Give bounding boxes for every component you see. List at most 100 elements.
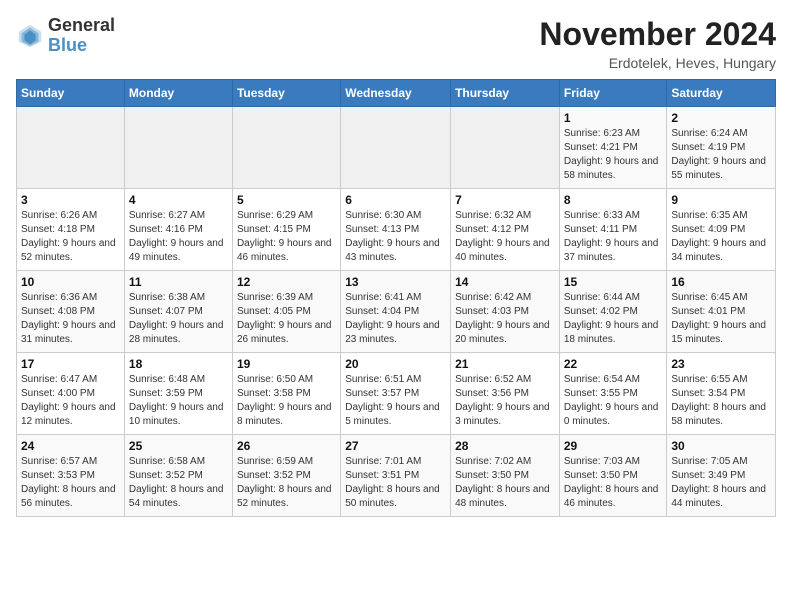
calendar-week-3: 10 Sunrise: 6:36 AM Sunset: 4:08 PM Dayli… bbox=[17, 271, 776, 353]
calendar-header-wednesday: Wednesday bbox=[341, 80, 451, 107]
day-number: 9 bbox=[671, 193, 771, 207]
day-number: 11 bbox=[129, 275, 228, 289]
day-info: Sunrise: 6:38 AM Sunset: 4:07 PM Dayligh… bbox=[129, 291, 228, 347]
calendar-cell: 27 Sunrise: 7:01 AM Sunset: 3:51 PM Dayli… bbox=[341, 435, 451, 517]
calendar-week-4: 17 Sunrise: 6:47 AM Sunset: 4:00 PM Dayli… bbox=[17, 353, 776, 435]
day-info: Sunrise: 7:05 AM Sunset: 3:49 PM Dayligh… bbox=[671, 455, 771, 511]
day-number: 24 bbox=[21, 439, 120, 453]
day-info: Sunrise: 6:23 AM Sunset: 4:21 PM Dayligh… bbox=[564, 127, 663, 183]
day-info: Sunrise: 6:50 AM Sunset: 3:58 PM Dayligh… bbox=[237, 373, 336, 429]
day-number: 30 bbox=[671, 439, 771, 453]
calendar-cell: 24 Sunrise: 6:57 AM Sunset: 3:53 PM Dayli… bbox=[17, 435, 125, 517]
calendar-cell: 13 Sunrise: 6:41 AM Sunset: 4:04 PM Dayli… bbox=[341, 271, 451, 353]
calendar-cell: 22Sunrise: 6:54 AM Sunset: 3:55 PM Dayli… bbox=[559, 353, 667, 435]
day-info: Sunrise: 6:27 AM Sunset: 4:16 PM Dayligh… bbox=[129, 209, 228, 265]
day-info: Sunrise: 6:32 AM Sunset: 4:12 PM Dayligh… bbox=[455, 209, 555, 265]
day-info: Sunrise: 6:35 AM Sunset: 4:09 PM Dayligh… bbox=[671, 209, 771, 265]
calendar-week-5: 24 Sunrise: 6:57 AM Sunset: 3:53 PM Dayli… bbox=[17, 435, 776, 517]
calendar-cell: 18 Sunrise: 6:48 AM Sunset: 3:59 PM Dayli… bbox=[124, 353, 232, 435]
calendar-cell: 20 Sunrise: 6:51 AM Sunset: 3:57 PM Dayli… bbox=[341, 353, 451, 435]
location-subtitle: Erdotelek, Heves, Hungary bbox=[539, 55, 776, 71]
day-info: Sunrise: 6:48 AM Sunset: 3:59 PM Dayligh… bbox=[129, 373, 228, 429]
calendar-cell: 30 Sunrise: 7:05 AM Sunset: 3:49 PM Dayli… bbox=[667, 435, 776, 517]
calendar-cell: 17 Sunrise: 6:47 AM Sunset: 4:00 PM Dayli… bbox=[17, 353, 125, 435]
page-header: GeneralBlue November 2024 Erdotelek, Hev… bbox=[16, 16, 776, 71]
day-info: Sunrise: 6:47 AM Sunset: 4:00 PM Dayligh… bbox=[21, 373, 120, 429]
title-block: November 2024 Erdotelek, Heves, Hungary bbox=[539, 16, 776, 71]
day-info: Sunrise: 6:33 AM Sunset: 4:11 PM Dayligh… bbox=[564, 209, 663, 265]
calendar-cell: 11 Sunrise: 6:38 AM Sunset: 4:07 PM Dayli… bbox=[124, 271, 232, 353]
day-info: Sunrise: 6:42 AM Sunset: 4:03 PM Dayligh… bbox=[455, 291, 555, 347]
day-number: 25 bbox=[129, 439, 228, 453]
calendar-header-monday: Monday bbox=[124, 80, 232, 107]
calendar-cell bbox=[451, 107, 560, 189]
day-number: 3 bbox=[21, 193, 120, 207]
calendar-cell: 19 Sunrise: 6:50 AM Sunset: 3:58 PM Dayli… bbox=[232, 353, 340, 435]
day-info: Sunrise: 6:26 AM Sunset: 4:18 PM Dayligh… bbox=[21, 209, 120, 265]
calendar-cell: 2 Sunrise: 6:24 AM Sunset: 4:19 PM Daylig… bbox=[667, 107, 776, 189]
calendar-cell: 15 Sunrise: 6:44 AM Sunset: 4:02 PM Dayli… bbox=[559, 271, 667, 353]
day-info: Sunrise: 6:41 AM Sunset: 4:04 PM Dayligh… bbox=[345, 291, 446, 347]
day-number: 18 bbox=[129, 357, 228, 371]
calendar-cell: 7 Sunrise: 6:32 AM Sunset: 4:12 PM Daylig… bbox=[451, 189, 560, 271]
calendar-cell: 23 Sunrise: 6:55 AM Sunset: 3:54 PM Dayli… bbox=[667, 353, 776, 435]
day-info: Sunrise: 7:01 AM Sunset: 3:51 PM Dayligh… bbox=[345, 455, 446, 511]
calendar-header-tuesday: Tuesday bbox=[232, 80, 340, 107]
calendar-cell bbox=[124, 107, 232, 189]
day-number: 8 bbox=[564, 193, 663, 207]
logo-icon bbox=[16, 22, 44, 50]
calendar-cell: 6 Sunrise: 6:30 AM Sunset: 4:13 PM Daylig… bbox=[341, 189, 451, 271]
calendar-cell: 9 Sunrise: 6:35 AM Sunset: 4:09 PM Daylig… bbox=[667, 189, 776, 271]
day-info: Sunrise: 6:51 AM Sunset: 3:57 PM Dayligh… bbox=[345, 373, 446, 429]
day-number: 14 bbox=[455, 275, 555, 289]
day-number: 13 bbox=[345, 275, 446, 289]
calendar-header-saturday: Saturday bbox=[667, 80, 776, 107]
calendar-header-row: SundayMondayTuesdayWednesdayThursdayFrid… bbox=[17, 80, 776, 107]
calendar-cell: 1Sunrise: 6:23 AM Sunset: 4:21 PM Daylig… bbox=[559, 107, 667, 189]
day-number: 4 bbox=[129, 193, 228, 207]
calendar-cell: 3 Sunrise: 6:26 AM Sunset: 4:18 PM Daylig… bbox=[17, 189, 125, 271]
calendar-cell: 25 Sunrise: 6:58 AM Sunset: 3:52 PM Dayli… bbox=[124, 435, 232, 517]
day-number: 10 bbox=[21, 275, 120, 289]
logo: GeneralBlue bbox=[16, 16, 115, 56]
calendar-header-sunday: Sunday bbox=[17, 80, 125, 107]
calendar-week-1: 1Sunrise: 6:23 AM Sunset: 4:21 PM Daylig… bbox=[17, 107, 776, 189]
day-number: 6 bbox=[345, 193, 446, 207]
day-number: 12 bbox=[237, 275, 336, 289]
calendar-cell bbox=[232, 107, 340, 189]
calendar-body: 1Sunrise: 6:23 AM Sunset: 4:21 PM Daylig… bbox=[17, 107, 776, 517]
day-number: 27 bbox=[345, 439, 446, 453]
day-number: 23 bbox=[671, 357, 771, 371]
day-number: 16 bbox=[671, 275, 771, 289]
calendar-header-thursday: Thursday bbox=[451, 80, 560, 107]
day-number: 20 bbox=[345, 357, 446, 371]
day-number: 2 bbox=[671, 111, 771, 125]
day-info: Sunrise: 6:24 AM Sunset: 4:19 PM Dayligh… bbox=[671, 127, 771, 183]
day-info: Sunrise: 6:36 AM Sunset: 4:08 PM Dayligh… bbox=[21, 291, 120, 347]
day-number: 15 bbox=[564, 275, 663, 289]
day-number: 5 bbox=[237, 193, 336, 207]
day-number: 7 bbox=[455, 193, 555, 207]
calendar-cell bbox=[17, 107, 125, 189]
calendar-cell: 12 Sunrise: 6:39 AM Sunset: 4:05 PM Dayli… bbox=[232, 271, 340, 353]
logo-text: GeneralBlue bbox=[48, 16, 115, 56]
day-info: Sunrise: 6:39 AM Sunset: 4:05 PM Dayligh… bbox=[237, 291, 336, 347]
calendar-cell: 29 Sunrise: 7:03 AM Sunset: 3:50 PM Dayli… bbox=[559, 435, 667, 517]
calendar-cell: 14 Sunrise: 6:42 AM Sunset: 4:03 PM Dayli… bbox=[451, 271, 560, 353]
day-number: 17 bbox=[21, 357, 120, 371]
day-info: Sunrise: 7:03 AM Sunset: 3:50 PM Dayligh… bbox=[564, 455, 663, 511]
day-number: 29 bbox=[564, 439, 663, 453]
day-info: Sunrise: 6:57 AM Sunset: 3:53 PM Dayligh… bbox=[21, 455, 120, 511]
day-info: Sunrise: 6:30 AM Sunset: 4:13 PM Dayligh… bbox=[345, 209, 446, 265]
day-info: Sunrise: 6:58 AM Sunset: 3:52 PM Dayligh… bbox=[129, 455, 228, 511]
calendar-cell: 21Sunrise: 6:52 AM Sunset: 3:56 PM Dayli… bbox=[451, 353, 560, 435]
calendar-cell: 26Sunrise: 6:59 AM Sunset: 3:52 PM Dayli… bbox=[232, 435, 340, 517]
calendar-cell: 4 Sunrise: 6:27 AM Sunset: 4:16 PM Daylig… bbox=[124, 189, 232, 271]
calendar-cell: 5Sunrise: 6:29 AM Sunset: 4:15 PM Daylig… bbox=[232, 189, 340, 271]
day-number: 28 bbox=[455, 439, 555, 453]
day-number: 19 bbox=[237, 357, 336, 371]
day-info: Sunrise: 6:55 AM Sunset: 3:54 PM Dayligh… bbox=[671, 373, 771, 429]
calendar-cell: 16Sunrise: 6:45 AM Sunset: 4:01 PM Dayli… bbox=[667, 271, 776, 353]
day-number: 21 bbox=[455, 357, 555, 371]
day-info: Sunrise: 6:44 AM Sunset: 4:02 PM Dayligh… bbox=[564, 291, 663, 347]
